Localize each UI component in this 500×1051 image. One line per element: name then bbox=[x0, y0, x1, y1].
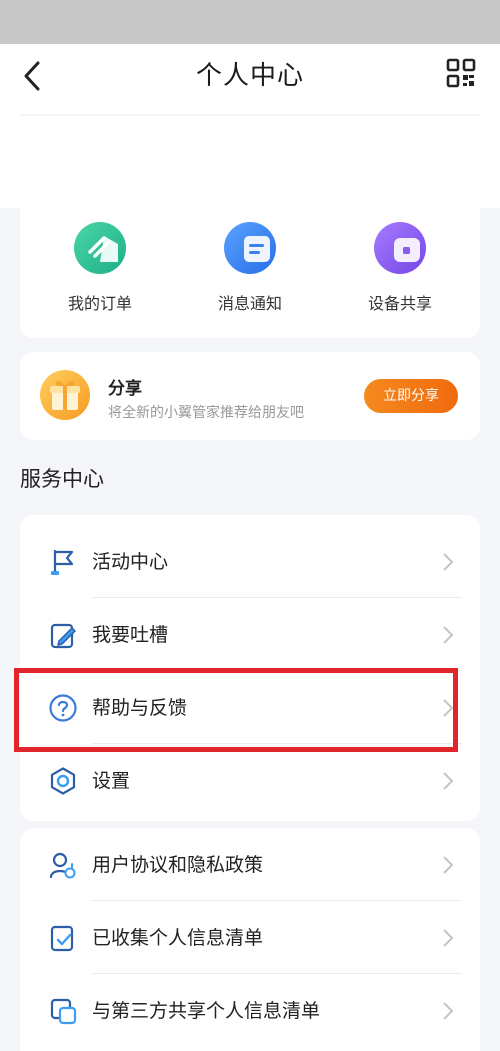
chevron-right-icon bbox=[443, 1002, 454, 1020]
flag-icon bbox=[51, 549, 74, 576]
order-icon bbox=[74, 222, 126, 274]
list-item-third-party-share[interactable]: 与第三方共享个人信息清单 bbox=[20, 974, 480, 1047]
page-title: 个人中心 bbox=[195, 61, 304, 91]
list-item-activity-center[interactable]: 活动中心 bbox=[20, 525, 480, 598]
chevron-right-icon bbox=[443, 772, 454, 790]
gift-icon bbox=[40, 370, 90, 420]
device-share-icon bbox=[374, 222, 426, 274]
policy-list: 用户协议和隐私政策 已收集个人信息清单 与第三方共享个人信息清单 bbox=[20, 828, 480, 1051]
list-item-label: 与第三方共享个人信息清单 bbox=[92, 1000, 321, 1022]
qr-code-icon[interactable] bbox=[446, 58, 476, 88]
list-item-label: 我要吐槽 bbox=[92, 624, 169, 646]
share-now-button[interactable]: 立即分享 bbox=[364, 379, 458, 413]
list-item-feedback-complaint[interactable]: 我要吐槽 bbox=[20, 598, 480, 671]
list-item-label: 用户协议和隐私政策 bbox=[92, 854, 264, 876]
nav-bar: 个人中心 bbox=[0, 44, 500, 108]
share-card[interactable]: 分享 将全新的小翼管家推荐给朋友吧 立即分享 bbox=[20, 352, 480, 440]
settings-icon bbox=[50, 767, 76, 795]
checklist-icon bbox=[50, 925, 74, 952]
profile-card bbox=[0, 108, 500, 208]
quick-action-device-share[interactable]: 设备共享 bbox=[340, 222, 460, 314]
list-item-label: 设置 bbox=[92, 770, 131, 792]
highlight-box bbox=[14, 668, 458, 752]
list-item-label: 活动中心 bbox=[92, 551, 169, 573]
third-party-share-icon bbox=[50, 998, 77, 1025]
status-bar bbox=[0, 0, 500, 44]
quick-action-orders[interactable]: 我的订单 bbox=[40, 222, 160, 314]
list-item-user-agreement[interactable]: 用户协议和隐私政策 bbox=[20, 828, 480, 901]
list-item-label: 已收集个人信息清单 bbox=[92, 927, 264, 949]
quick-action-label: 设备共享 bbox=[367, 294, 432, 313]
chevron-right-icon bbox=[443, 929, 454, 947]
quick-actions-card: 我的订单 消息通知 设备共享 bbox=[20, 208, 480, 338]
list-item-collected-info[interactable]: 已收集个人信息清单 bbox=[20, 901, 480, 974]
user-privacy-icon bbox=[49, 852, 76, 879]
share-subtitle: 将全新的小翼管家推荐给朋友吧 bbox=[108, 405, 304, 421]
message-icon bbox=[224, 222, 276, 274]
list-item-settings[interactable]: 设置 bbox=[20, 744, 480, 817]
quick-action-messages[interactable]: 消息通知 bbox=[190, 222, 310, 314]
quick-action-label: 消息通知 bbox=[217, 294, 282, 313]
profile-divider bbox=[20, 114, 480, 116]
chevron-right-icon bbox=[443, 553, 454, 571]
chevron-right-icon bbox=[443, 626, 454, 644]
quick-action-label: 我的订单 bbox=[67, 294, 132, 313]
edit-note-icon bbox=[50, 623, 76, 649]
section-title: 服务中心 bbox=[20, 467, 104, 491]
share-title: 分享 bbox=[108, 379, 142, 399]
chevron-right-icon bbox=[443, 856, 454, 874]
